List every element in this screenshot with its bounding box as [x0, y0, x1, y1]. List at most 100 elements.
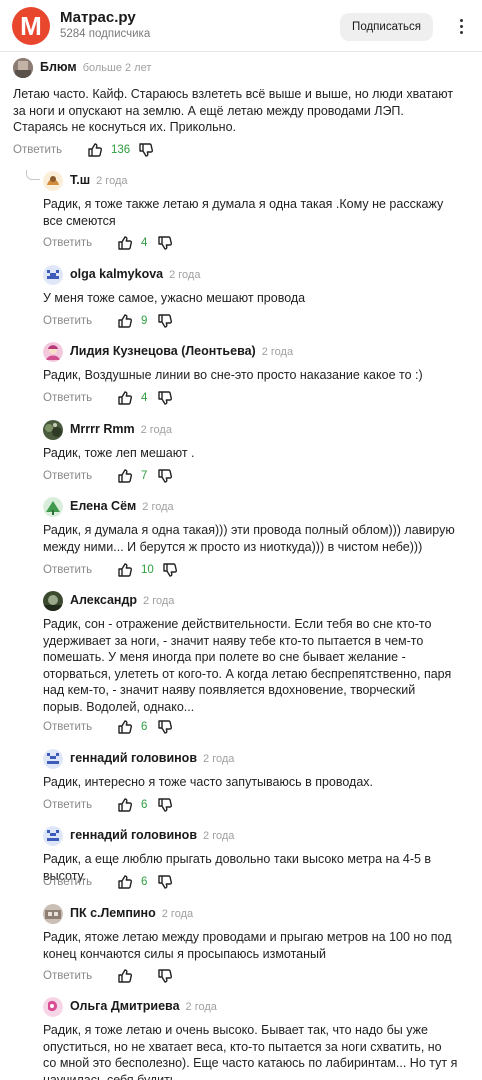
comment: геннадий головинов 2 года Радик, интересн…: [43, 749, 473, 815]
comment-actions: Ответить 4: [43, 233, 173, 253]
comment-author[interactable]: Ольга Дмитриева 2 года: [70, 999, 217, 1013]
avatar[interactable]: [43, 591, 63, 611]
like-count: 6: [141, 721, 148, 733]
thumbs-up-icon[interactable]: [117, 968, 133, 984]
comment: Mrrrr Rmm 2 года Радик, тоже леп мешают .…: [43, 420, 473, 486]
comment: геннадий головинов 2 года Радик, а еще лю…: [43, 826, 473, 892]
thumbs-down-icon[interactable]: [157, 468, 173, 484]
thumbs-up-icon[interactable]: [117, 797, 133, 813]
comment-author[interactable]: Mrrrr Rmm 2 года: [70, 422, 172, 436]
comment-time: 2 года: [96, 175, 128, 187]
comment-text: Радик, Воздушные линии во сне-это просто…: [43, 368, 423, 382]
thumbs-down-icon[interactable]: [157, 874, 173, 890]
avatar[interactable]: [13, 58, 33, 78]
comment-time: больше 2 лет: [82, 62, 152, 74]
thumbs-up-icon[interactable]: [117, 468, 133, 484]
comment-author[interactable]: Блюм больше 2 лет: [40, 60, 151, 74]
avatar[interactable]: [43, 904, 63, 924]
thumbs-down-icon[interactable]: [157, 719, 173, 735]
comment-author[interactable]: Т.ш 2 года: [70, 173, 127, 187]
thumbs-down-icon[interactable]: [157, 968, 173, 984]
comment-actions: Ответить 4: [43, 388, 173, 408]
reply-button[interactable]: Ответить: [43, 876, 92, 888]
comment-time: 2 года: [185, 1001, 217, 1013]
reply-thread-connector: [26, 170, 40, 180]
reply-button[interactable]: Ответить: [43, 721, 92, 733]
thumbs-down-icon[interactable]: [157, 235, 173, 251]
comment-author[interactable]: геннадий головинов 2 года: [70, 828, 234, 842]
subscriber-count: 5284 подписчика: [60, 28, 151, 40]
reply-button[interactable]: Ответить: [43, 564, 92, 576]
comment-actions: Ответить: [43, 966, 173, 986]
comment: Александр 2 года Радик, сон - отражение д…: [43, 591, 473, 739]
more-options-icon[interactable]: [453, 14, 469, 38]
comment-text: Радик, я тоже также летаю я думала я одн…: [43, 197, 444, 228]
reply-button[interactable]: Ответить: [43, 970, 92, 982]
reply-button[interactable]: Ответить: [43, 315, 92, 327]
comment-text: Радик, я думала я одна такая))) эти пров…: [43, 523, 455, 554]
like-count: 136: [111, 144, 131, 156]
comment-author[interactable]: Елена Сём 2 года: [70, 499, 174, 513]
comment-author[interactable]: Александр 2 года: [70, 593, 174, 607]
thumbs-up-icon[interactable]: [117, 562, 133, 578]
comment-actions: Ответить 10: [43, 560, 178, 580]
avatar[interactable]: [43, 749, 63, 769]
comment-actions: Ответить 136: [13, 140, 154, 160]
thumbs-up-icon[interactable]: [117, 235, 133, 251]
reply-button[interactable]: Ответить: [43, 392, 92, 404]
thumbs-up-icon[interactable]: [117, 874, 133, 890]
thumbs-down-icon[interactable]: [157, 797, 173, 813]
thumbs-up-icon[interactable]: [117, 390, 133, 406]
comment-author[interactable]: olga kalmykova 2 года: [70, 267, 200, 281]
like-count: 10: [141, 564, 154, 576]
comment-actions: Ответить 9: [43, 311, 173, 331]
header-divider: [0, 51, 482, 52]
thumbs-up-icon[interactable]: [117, 719, 133, 735]
reply-button[interactable]: Ответить: [43, 799, 92, 811]
channel-name[interactable]: Матрас.ру: [60, 9, 136, 26]
comment-time: 2 года: [261, 346, 294, 358]
comment-actions: Ответить 6: [43, 717, 173, 737]
thumbs-down-icon[interactable]: [157, 390, 173, 406]
avatar[interactable]: [43, 420, 63, 440]
avatar[interactable]: [43, 265, 63, 285]
thumbs-down-icon[interactable]: [162, 562, 178, 578]
comment-text: Радик, интересно я тоже часто запутываюс…: [43, 775, 374, 789]
reply-button[interactable]: Ответить: [43, 237, 92, 249]
comment-time: 2 года: [203, 753, 235, 765]
comment: Блюм больше 2 лет Летаю часто. Кайф. Стар…: [13, 58, 473, 163]
avatar[interactable]: [43, 997, 63, 1017]
comment: Елена Сём 2 года Радик, я думала я одна т…: [43, 497, 473, 581]
comment-time: 2 года: [203, 830, 235, 842]
subscribe-button[interactable]: Подписаться: [340, 13, 433, 41]
comment-author[interactable]: ПК с.Лемпино 2 года: [70, 906, 193, 920]
like-count: 4: [141, 237, 148, 249]
thumbs-down-icon[interactable]: [157, 313, 173, 329]
comment-author[interactable]: Лидия Кузнецова (Леонтьева) 2 года: [70, 344, 293, 358]
thumbs-up-icon[interactable]: [117, 313, 133, 329]
reply-button[interactable]: Ответить: [43, 470, 92, 482]
channel-header: M Матрас.ру 5284 подписчика Подписаться: [0, 0, 482, 54]
avatar[interactable]: [43, 826, 63, 846]
comment-time: 2 года: [161, 908, 194, 920]
comment-time: 2 года: [169, 269, 201, 281]
comment-author[interactable]: геннадий головинов 2 года: [70, 751, 234, 765]
thumbs-down-icon[interactable]: [138, 142, 154, 158]
comment: Лидия Кузнецова (Леонтьева) 2 года Радик,…: [43, 342, 473, 408]
comment-text: Радик, тоже леп мешают .: [43, 446, 195, 460]
avatar[interactable]: [43, 171, 63, 191]
comment-time: 2 года: [140, 424, 172, 436]
comment-text: Радик, сон - отражение действительности.…: [43, 617, 452, 714]
like-count: 4: [141, 392, 148, 404]
comment-text: У меня тоже самое, ужасно мешают провода: [43, 291, 306, 305]
thumbs-up-icon[interactable]: [87, 142, 103, 158]
comment-actions: Ответить 6: [43, 795, 173, 815]
avatar[interactable]: [43, 342, 63, 362]
comment-actions: Ответить 7: [43, 466, 173, 486]
comment-text: Летаю часто. Кайф. Стараюсь взлететь всё…: [13, 87, 454, 134]
channel-logo[interactable]: M: [12, 7, 50, 45]
avatar[interactable]: [43, 497, 63, 517]
comment-time: 2 года: [142, 501, 174, 513]
reply-button[interactable]: Ответить: [13, 144, 62, 156]
comment: Т.ш 2 года Радик, я тоже также летаю я ду…: [43, 171, 473, 255]
